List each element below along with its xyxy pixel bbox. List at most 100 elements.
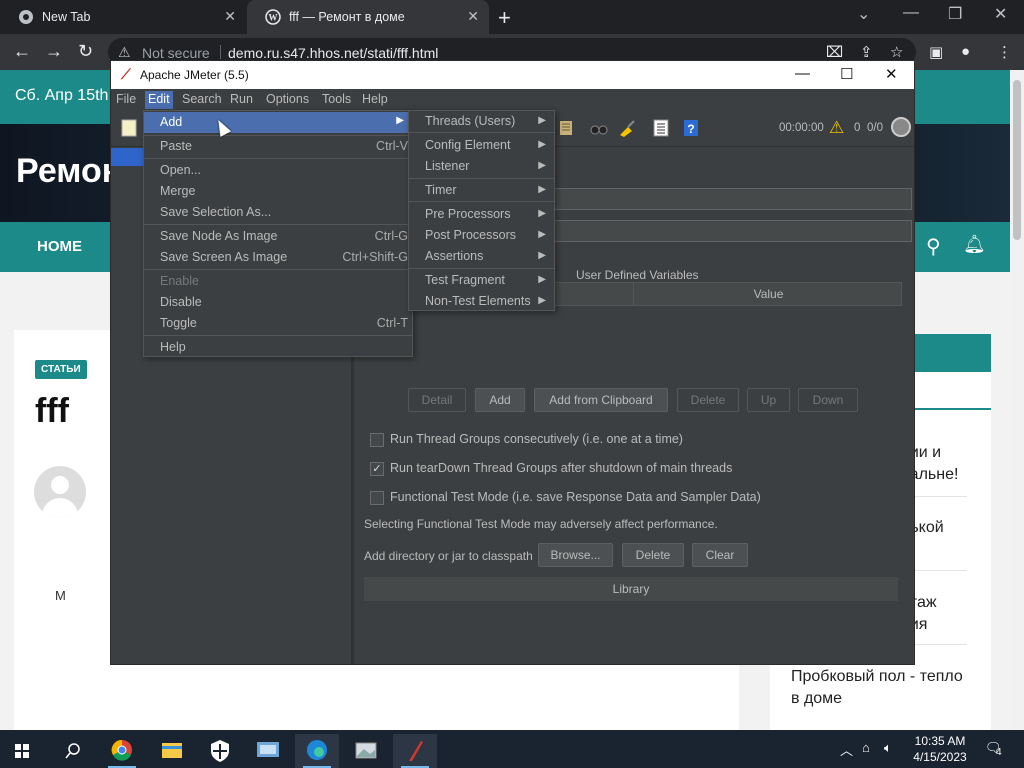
reload-icon[interactable]: ↻ (78, 41, 93, 62)
bookmark-star-icon[interactable]: ☆ (890, 43, 903, 61)
library-table-header[interactable]: Library (364, 577, 898, 601)
close-window-icon[interactable]: ✕ (994, 4, 1007, 24)
submenu-item-pre-processors[interactable]: Pre Processors ▶ (409, 204, 554, 225)
name-field[interactable] (522, 188, 912, 210)
teardown-checkbox[interactable]: ✓ (370, 462, 384, 476)
menu-item-help[interactable]: Help (144, 337, 412, 358)
menu-item-toggle[interactable]: Toggle Ctrl-T (144, 313, 412, 334)
taskbar-remote-desktop-icon[interactable] (246, 734, 290, 768)
tray-volume-icon[interactable]: 🔈︎ (884, 740, 892, 756)
chrome-menu-icon[interactable]: ⋮ (997, 43, 1012, 61)
clock-time: 10:35 AM (914, 734, 966, 748)
tab-search-icon[interactable]: ⌄ (857, 4, 870, 24)
add-button[interactable]: Add (475, 388, 525, 412)
menu-item-add[interactable]: Add ▶ (144, 112, 412, 133)
menu-help[interactable]: Help (359, 92, 391, 106)
search-binoculars-icon[interactable] (589, 118, 609, 138)
submenu-item-non-test-elements[interactable]: Non-Test Elements ▶ (409, 291, 554, 312)
menu-run[interactable]: Run (227, 92, 256, 106)
sidebar-post-link[interactable]: Пробковый пол - тепло в доме (791, 666, 981, 710)
menu-search[interactable]: Search (179, 92, 225, 106)
taskbar-file-explorer-icon[interactable] (150, 734, 194, 768)
menu-item-save-screen-image[interactable]: Save Screen As Image Ctrl+Shift-G (144, 247, 412, 268)
sidebar-post-link[interactable]: нии и пальне! (901, 442, 1010, 486)
delete-button[interactable]: Delete (677, 388, 739, 412)
maximize-icon[interactable]: ☐ (840, 65, 853, 83)
menu-item-disable[interactable]: Disable (144, 292, 412, 313)
search-icon[interactable]: ⚲ (926, 234, 941, 259)
minimize-icon[interactable]: — (795, 65, 810, 82)
menu-item-enable[interactable]: Enable (144, 271, 412, 292)
menu-separator (409, 268, 554, 269)
windows-start-icon[interactable] (0, 734, 44, 768)
browser-tab-active[interactable]: W fff — Ремонт в доме ✕ (247, 0, 489, 34)
add-from-clipboard-button[interactable]: Add from Clipboard (534, 388, 668, 412)
taskbar-security-icon[interactable] (198, 734, 242, 768)
taskbar-search-icon[interactable] (50, 734, 94, 768)
menu-item-merge[interactable]: Merge (144, 181, 412, 202)
minimize-icon[interactable]: — (903, 4, 919, 22)
detail-button[interactable]: Detail (408, 388, 466, 412)
clear-icon[interactable] (556, 118, 576, 138)
column-value-header[interactable]: Value (634, 283, 903, 305)
bell-icon[interactable]: 🔔︎ (963, 234, 986, 255)
forward-icon[interactable]: → (45, 41, 63, 62)
sidebar-post-link[interactable]: лькой (901, 517, 1010, 539)
share-icon[interactable]: ⇪ (860, 43, 873, 61)
taskbar-jmeter-icon[interactable] (393, 734, 437, 768)
submenu-arrow-icon: ▶ (538, 139, 546, 150)
browse-button[interactable]: Browse... (538, 543, 613, 567)
side-panel-icon[interactable]: ▣ (929, 43, 943, 61)
menu-item-open[interactable]: Open... (144, 160, 412, 181)
page-scrollbar[interactable] (1010, 70, 1024, 730)
menu-edit[interactable]: Edit (145, 91, 173, 109)
menu-item-save-selection[interactable]: Save Selection As... (144, 202, 412, 223)
menu-options[interactable]: Options (263, 92, 312, 106)
clear-all-broom-icon[interactable] (617, 118, 637, 138)
submenu-item-timer[interactable]: Timer ▶ (409, 180, 554, 201)
help-icon[interactable]: ? (681, 118, 701, 138)
down-button[interactable]: Down (798, 388, 858, 412)
function-helper-icon[interactable] (651, 118, 671, 138)
system-clock[interactable]: 10:35 AM 4/15/2023 (905, 733, 975, 765)
up-button[interactable]: Up (747, 388, 790, 412)
menu-tools[interactable]: Tools (319, 92, 354, 106)
restore-icon[interactable]: ❐ (948, 4, 962, 24)
taskbar-edge-icon[interactable] (295, 734, 339, 768)
menu-file[interactable]: File (113, 92, 139, 106)
submenu-item-test-fragment[interactable]: Test Fragment ▶ (409, 270, 554, 291)
submenu-item-config-element[interactable]: Config Element ▶ (409, 135, 554, 156)
delete-classpath-button[interactable]: Delete (622, 543, 684, 567)
new-test-plan-icon[interactable] (119, 118, 139, 138)
functional-mode-checkbox[interactable] (370, 491, 384, 505)
browser-tab-new-tab[interactable]: New Tab ✕ (0, 0, 246, 34)
submenu-arrow-icon: ▶ (538, 184, 546, 195)
translate-icon[interactable]: ⌧ (826, 43, 843, 61)
tray-network-icon[interactable]: ⌂ (862, 740, 870, 755)
nav-home-link[interactable]: HOME (37, 238, 82, 255)
taskbar-chrome-icon[interactable] (100, 734, 144, 768)
close-tab-icon[interactable]: ✕ (467, 8, 479, 25)
sidebar-post-link[interactable]: нтаж ния (901, 592, 1010, 636)
warning-icon[interactable]: ⚠ (829, 118, 844, 138)
new-tab-icon[interactable]: + (498, 5, 511, 31)
menu-item-save-node-image[interactable]: Save Node As Image Ctrl-G (144, 226, 412, 247)
menu-separator (144, 158, 412, 159)
comments-field[interactable] (522, 220, 912, 242)
close-icon[interactable]: ✕ (885, 65, 898, 83)
site-logo[interactable]: Ремон (16, 152, 122, 191)
submenu-item-listener[interactable]: Listener ▶ (409, 156, 554, 177)
url-text[interactable]: demo.ru.s47.hhos.net/stati/fff.html (228, 45, 438, 61)
clear-classpath-button[interactable]: Clear (692, 543, 748, 567)
back-icon[interactable]: ← (13, 41, 31, 62)
category-badge[interactable]: СТАТЬИ (35, 360, 87, 379)
submenu-item-threads[interactable]: Threads (Users) ▶ (409, 111, 554, 132)
profile-icon[interactable]: ● (961, 43, 970, 60)
close-tab-icon[interactable]: ✕ (224, 8, 236, 25)
menu-item-paste[interactable]: Paste Ctrl-V (144, 136, 412, 157)
tray-chevron-icon[interactable]: ︿ (840, 740, 853, 759)
run-consecutively-checkbox[interactable] (370, 433, 384, 447)
submenu-item-post-processors[interactable]: Post Processors ▶ (409, 225, 554, 246)
taskbar-photos-icon[interactable] (344, 734, 388, 768)
submenu-item-assertions[interactable]: Assertions ▶ (409, 246, 554, 267)
